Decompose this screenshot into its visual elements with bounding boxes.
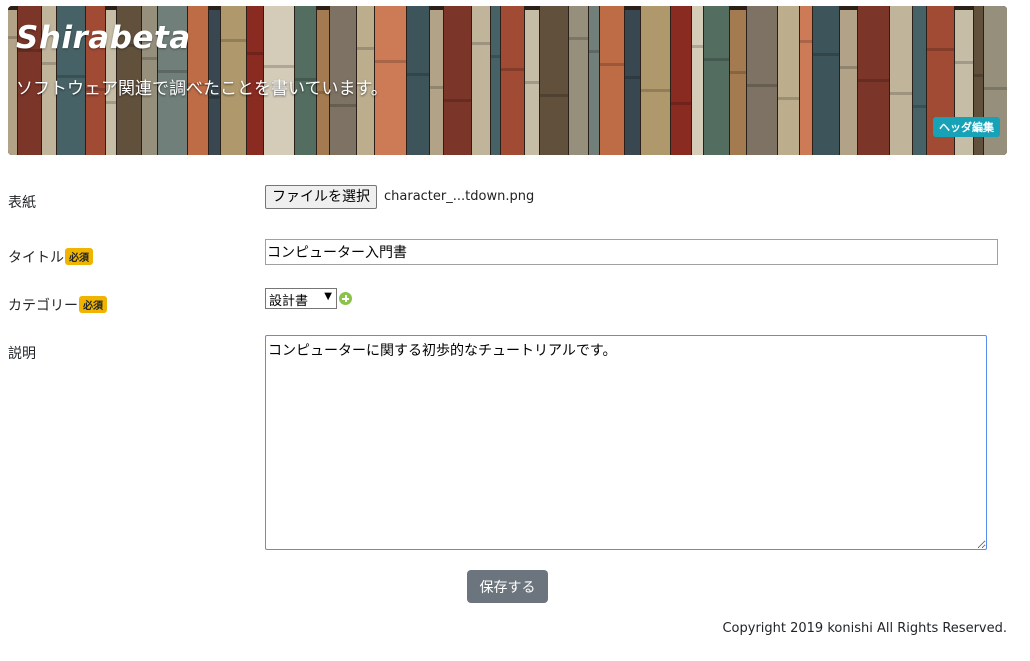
category-selected-value: 設計書 (269, 294, 309, 309)
site-subtitle: ソフトウェア関連で調べたことを書いています。 (16, 79, 388, 99)
category-label: カテゴリー 必須 (8, 295, 107, 315)
required-badge: 必須 (65, 248, 93, 265)
title-input[interactable] (265, 239, 998, 265)
cover-label-text: 表紙 (8, 195, 36, 211)
save-button[interactable]: 保存する (467, 570, 548, 603)
description-label-text: 説明 (8, 346, 36, 362)
description-textarea[interactable]: コンピューターに関する初歩的なチュートリアルです。 (265, 335, 987, 550)
dropdown-arrow-icon: ▼ (324, 291, 332, 302)
header-edit-button[interactable]: ヘッダ編集 (933, 117, 1000, 137)
header-banner: Shirabeta ソフトウェア関連で調べたことを書いています。 ヘッダ編集 (8, 6, 1007, 155)
description-label: 説明 (8, 343, 36, 363)
category-label-text: カテゴリー (8, 298, 78, 314)
cover-label: 表紙 (8, 192, 36, 212)
title-label: タイトル 必須 (8, 247, 93, 267)
add-category-plus-icon[interactable] (339, 292, 352, 305)
footer-copyright: Copyright 2019 konishi All Rights Reserv… (722, 621, 1007, 636)
title-label-text: タイトル (8, 250, 64, 266)
required-badge: 必須 (79, 296, 107, 313)
selected-file-name: character_...tdown.png (384, 189, 535, 204)
category-select[interactable]: 設計書 ▼ (265, 288, 337, 309)
site-title[interactable]: Shirabeta (16, 20, 191, 56)
file-select-button[interactable]: ファイルを選択 (265, 185, 377, 209)
